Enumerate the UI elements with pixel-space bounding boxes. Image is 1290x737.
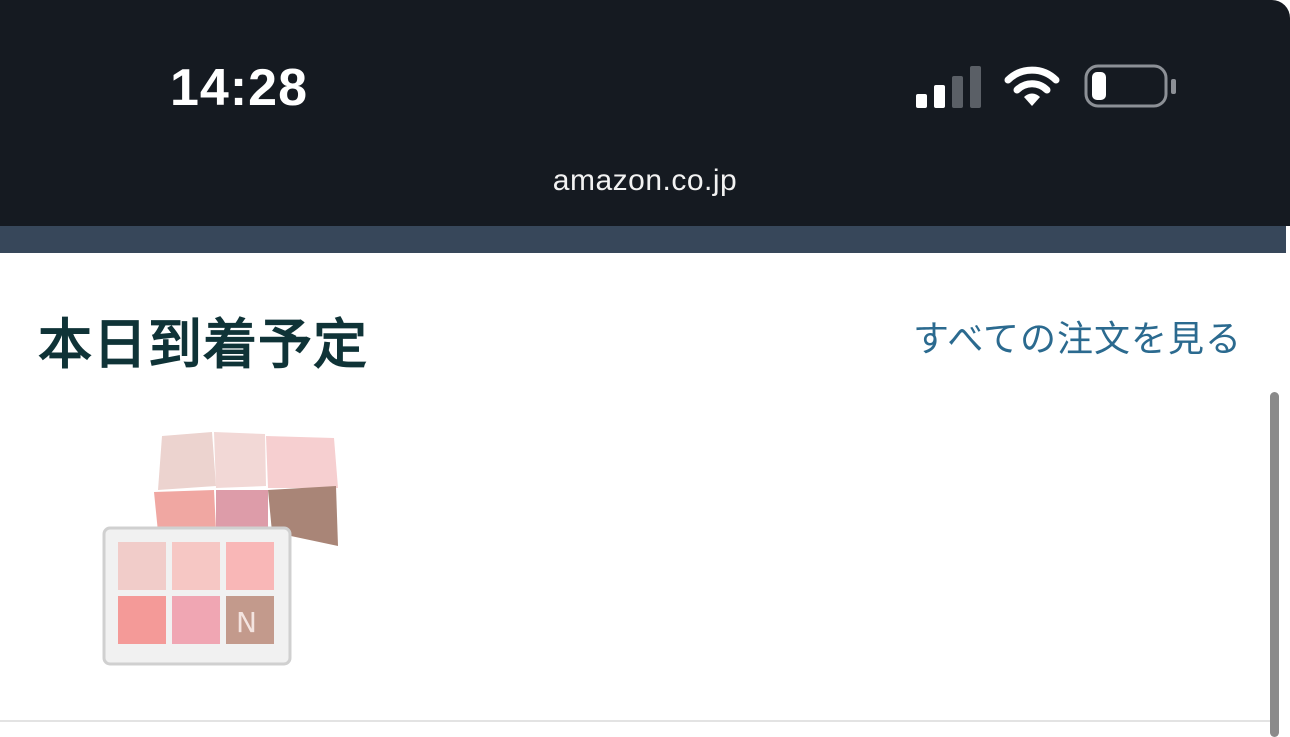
status-bar: 14:28 amazon.co.jp xyxy=(0,0,1290,226)
section-title: 本日到着予定 xyxy=(38,313,368,376)
see-all-orders-link[interactable]: すべての注文を見る xyxy=(913,310,1242,362)
svg-text:N: N xyxy=(236,606,257,639)
signal-icon xyxy=(916,66,981,108)
url-bar[interactable]: amazon.co.jp xyxy=(0,164,1290,198)
product-image[interactable]: N xyxy=(100,428,345,668)
divider xyxy=(0,720,1270,722)
nav-strip xyxy=(0,226,1286,253)
wifi-icon xyxy=(1004,66,1060,106)
scrollbar[interactable] xyxy=(1270,392,1279,737)
status-time: 14:28 xyxy=(170,59,308,117)
palette-case: N xyxy=(102,526,292,666)
battery-icon xyxy=(1084,64,1176,108)
